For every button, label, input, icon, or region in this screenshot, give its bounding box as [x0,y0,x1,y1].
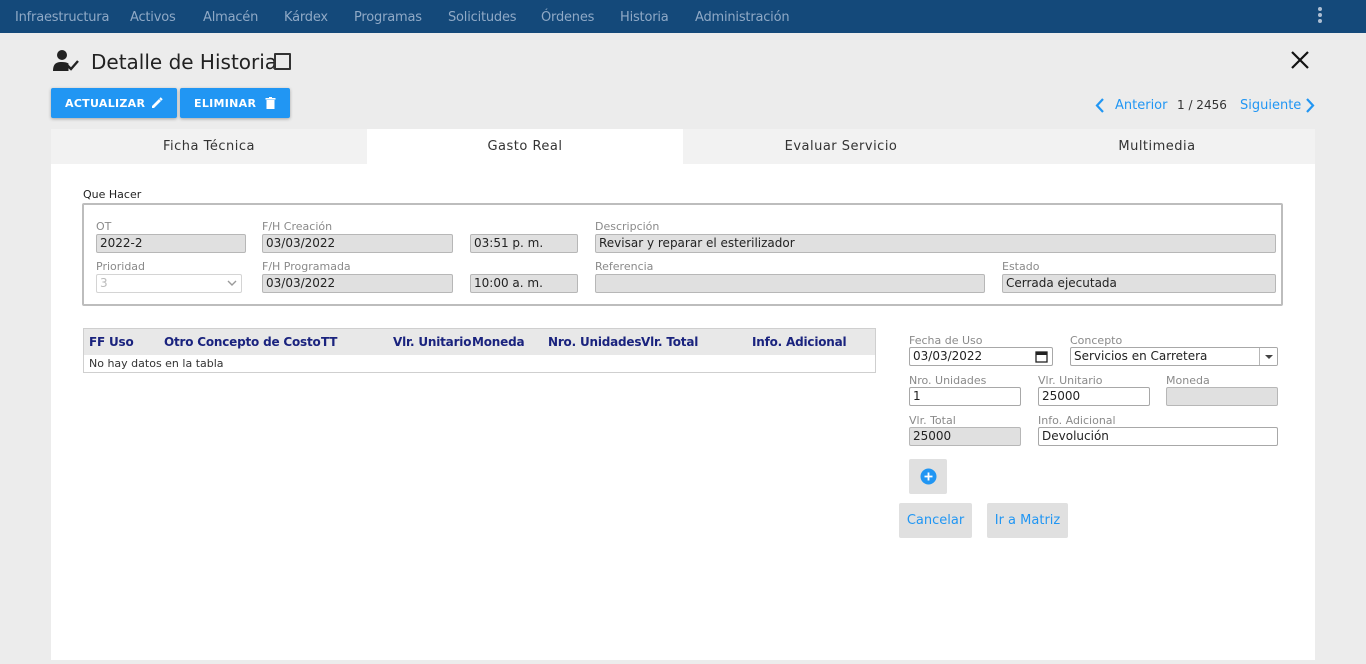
nav-item-kardex[interactable]: Kárdex [284,10,328,25]
vlr-unitario-label: Vlr. Unitario [1038,374,1103,387]
prioridad-value: 3 [100,276,108,290]
moneda-field[interactable] [1166,387,1278,406]
gasto-table: FF Uso Otro Concepto de Costo TT Vlr. Un… [83,328,876,373]
info-adicional-label: Info. Adicional [1038,414,1116,427]
fecha-uso-field[interactable]: 03/03/2022 [909,347,1053,366]
tab-bar: Ficha Técnica Gasto Real Evaluar Servici… [51,129,1315,164]
col-vlr-unitario[interactable]: Vlr. Unitario [393,335,471,349]
fh-creacion-date-field[interactable]: 03/03/2022 [262,234,453,253]
page-title: Detalle de Historia [91,50,278,74]
vlr-unitario-field[interactable]: 25000 [1038,387,1150,406]
prioridad-label: Prioridad [96,260,146,273]
concepto-value: Servicios en Carretera [1074,349,1208,363]
prioridad-select[interactable]: 3 [96,274,242,293]
concepto-select[interactable]: Servicios en Carretera [1070,347,1278,366]
user-check-icon [53,50,79,71]
add-circle-icon [920,468,937,485]
ir-a-matriz-button[interactable]: Ir a Matriz [987,503,1068,538]
fh-programada-label: F/H Programada [262,260,351,273]
nav-item-historia[interactable]: Historia [620,10,669,25]
nav-item-ordenes[interactable]: Órdenes [541,10,594,25]
referencia-field[interactable] [595,274,985,293]
col-vlr-total[interactable]: Vlr. Total [641,335,698,349]
nav-item-infraestructura[interactable]: Infraestructura [15,10,109,25]
que-hacer-label: Que Hacer [83,188,142,201]
descripcion-label: Descripción [595,220,660,233]
col-nro-unidades[interactable]: Nro. Unidades [548,335,642,349]
tab-evaluar-servicio[interactable]: Evaluar Servicio [683,129,999,164]
col-ff-uso[interactable]: FF Uso [89,335,134,349]
tab-multimedia[interactable]: Multimedia [999,129,1315,164]
previous-link[interactable]: Anterior [1115,98,1167,113]
fh-creacion-label: F/H Creación [262,220,333,233]
chevron-right-icon[interactable] [1304,97,1316,114]
title-checkbox[interactable] [274,53,291,70]
actualizar-label: ACTUALIZAR [65,96,146,110]
tab-ficha-tecnica[interactable]: Ficha Técnica [51,129,367,164]
nav-item-programas[interactable]: Programas [354,10,422,25]
col-info-adicional[interactable]: Info. Adicional [752,335,847,349]
referencia-label: Referencia [595,260,654,273]
more-vert-icon[interactable] [1314,5,1326,27]
cancelar-button[interactable]: Cancelar [899,503,972,538]
top-nav: Infraestructura Activos Almacén Kárdex P… [0,0,1366,33]
fh-programada-time-field[interactable]: 10:00 a. m. [470,274,578,293]
descripcion-field[interactable]: Revisar y reparar el esterilizador [595,234,1276,253]
vlr-total-label: Vlr. Total [909,414,956,427]
col-moneda[interactable]: Moneda [472,335,525,349]
close-icon[interactable] [1289,49,1311,71]
fecha-uso-value: 03/03/2022 [913,349,983,363]
estado-label: Estado [1002,260,1040,273]
info-adicional-field[interactable]: Devolución [1038,427,1278,446]
trash-icon [265,97,276,109]
nro-unidades-field[interactable]: 1 [909,387,1021,406]
nav-item-almacen[interactable]: Almacén [203,10,258,25]
fecha-uso-label: Fecha de Uso [909,334,983,347]
tab-gasto-real[interactable]: Gasto Real [367,129,683,164]
eliminar-button[interactable]: ELIMINAR [180,88,290,118]
table-header: FF Uso Otro Concepto de Costo TT Vlr. Un… [84,329,875,355]
empty-table-text: No hay datos en la tabla [89,357,224,370]
nav-item-activos[interactable]: Activos [130,10,176,25]
col-otro-concepto[interactable]: Otro Concepto de Costo [164,335,321,349]
nav-item-solicitudes[interactable]: Solicitudes [448,10,517,25]
nav-item-administracion[interactable]: Administración [695,10,790,25]
ot-field[interactable]: 2022-2 [96,234,246,253]
nro-unidades-label: Nro. Unidades [909,374,987,387]
fh-creacion-time-field[interactable]: 03:51 p. m. [470,234,578,253]
fh-programada-date-field[interactable]: 03/03/2022 [262,274,453,293]
edit-icon [152,97,163,108]
eliminar-label: ELIMINAR [194,96,257,110]
dropdown-icon[interactable] [1259,348,1277,365]
calendar-icon[interactable] [1035,350,1048,363]
moneda-label: Moneda [1166,374,1210,387]
estado-field[interactable]: Cerrada ejecutada [1002,274,1276,293]
concepto-label: Concepto [1070,334,1123,347]
page-counter: 1 / 2456 [1177,98,1227,112]
col-tt[interactable]: TT [321,335,337,349]
chevron-left-icon[interactable] [1094,97,1106,114]
next-link[interactable]: Siguiente [1240,98,1301,113]
chevron-down-icon [227,280,237,286]
actualizar-button[interactable]: ACTUALIZAR [51,88,177,118]
vlr-total-field[interactable]: 25000 [909,427,1021,446]
add-button[interactable] [909,459,947,494]
ot-label: OT [96,220,112,233]
